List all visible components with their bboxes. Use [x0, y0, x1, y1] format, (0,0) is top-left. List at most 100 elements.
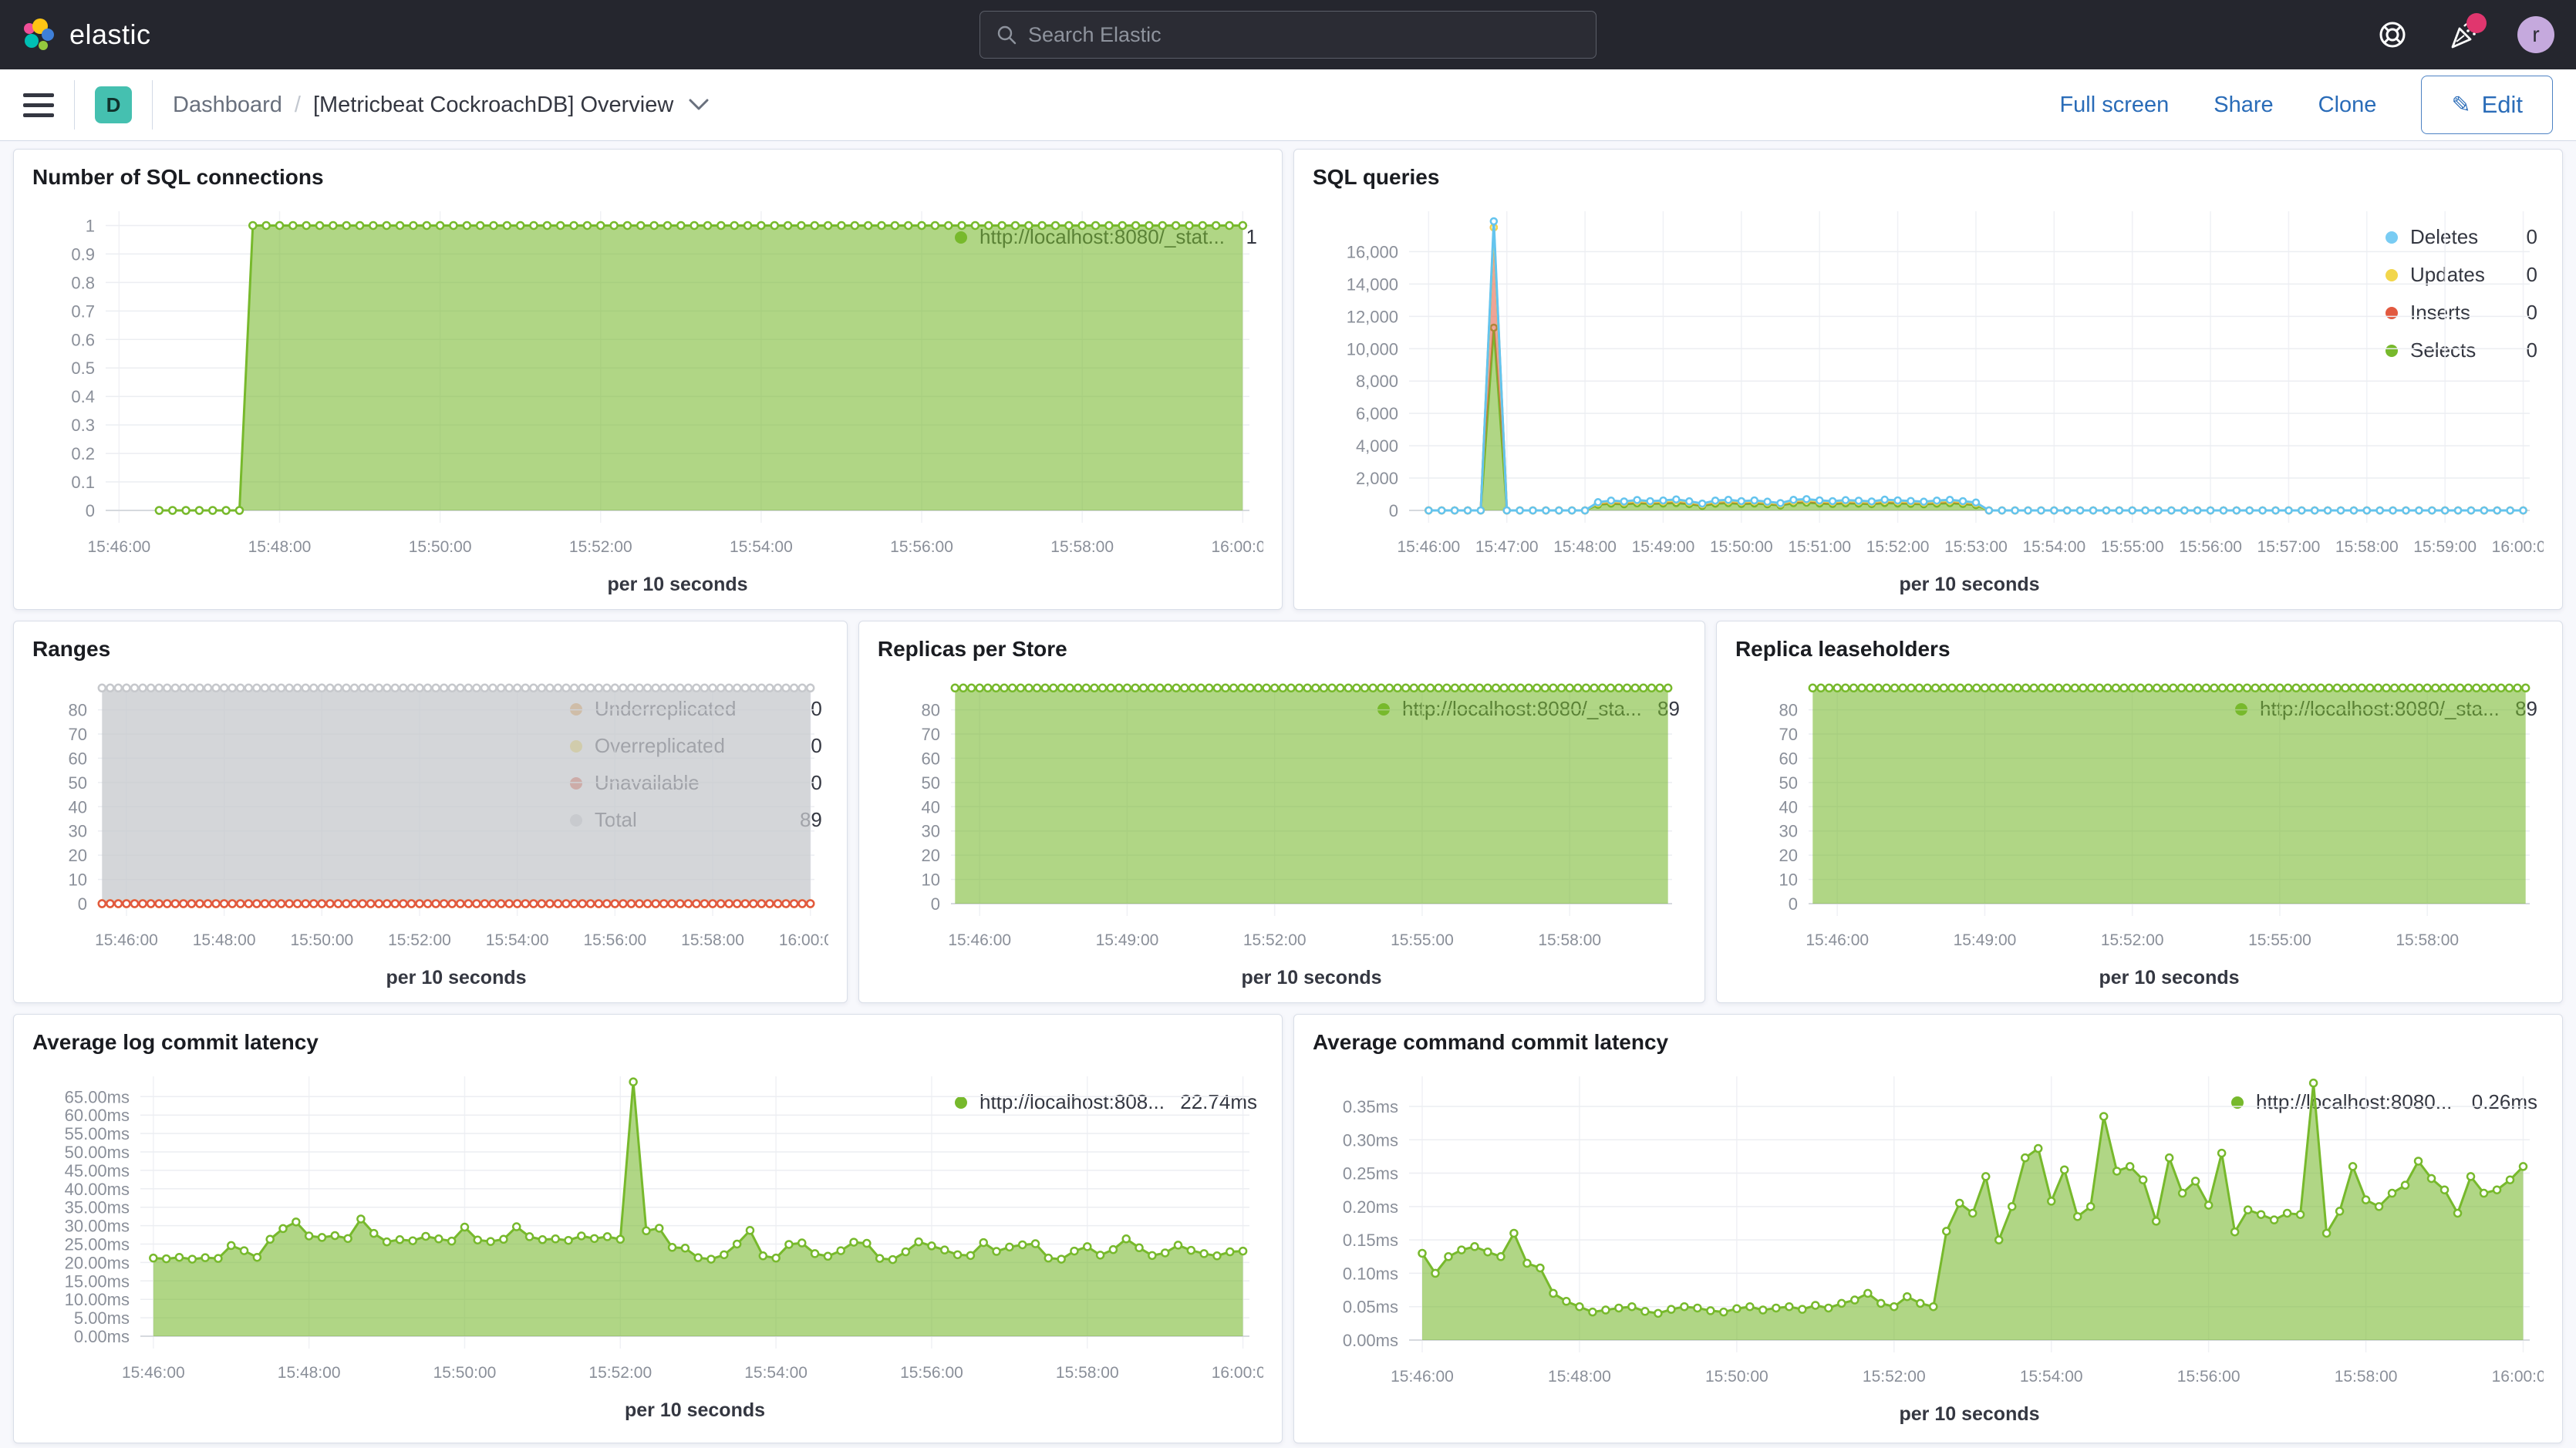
svg-text:15:58:00: 15:58:00: [1538, 931, 1601, 949]
x-axis-label: per 10 seconds: [625, 1399, 765, 1421]
svg-text:0: 0: [1389, 501, 1398, 520]
breadcrumb-dashboard[interactable]: Dashboard: [173, 93, 282, 118]
chart-avg-log-commit-latency[interactable]: 0.00ms5.00ms10.00ms15.00ms20.00ms25.00ms…: [32, 1056, 955, 1435]
svg-text:15.00ms: 15.00ms: [65, 1271, 130, 1291]
elastic-logo-icon: [22, 17, 57, 52]
svg-text:0: 0: [78, 894, 87, 914]
svg-text:15:55:00: 15:55:00: [1391, 931, 1454, 949]
svg-text:15:58:00: 15:58:00: [681, 931, 744, 949]
svg-text:15:52:00: 15:52:00: [569, 538, 632, 556]
svg-text:15:57:00: 15:57:00: [2257, 538, 2321, 556]
svg-text:15:54:00: 15:54:00: [2020, 1368, 2083, 1386]
clone-button[interactable]: Clone: [2318, 93, 2377, 118]
menu-icon[interactable]: [23, 93, 54, 117]
svg-text:20: 20: [1779, 846, 1797, 865]
svg-text:15:46:00: 15:46:00: [87, 538, 150, 556]
svg-text:15:49:00: 15:49:00: [1632, 538, 1695, 556]
svg-text:45.00ms: 45.00ms: [65, 1161, 130, 1180]
chart-canvas[interactable]: 0102030405060708015:46:0015:48:0015:50:0…: [32, 663, 828, 995]
chart-sql-queries[interactable]: 02,0004,0006,0008,00010,00012,00014,0001…: [1313, 191, 2385, 601]
svg-text:15:58:00: 15:58:00: [1050, 538, 1114, 556]
chevron-down-icon[interactable]: [689, 99, 709, 111]
svg-text:16:00:00: 16:00:00: [1212, 1364, 1263, 1382]
elastic-logo[interactable]: elastic: [22, 17, 151, 52]
breadcrumb-separator: /: [295, 93, 301, 118]
svg-text:15:58:00: 15:58:00: [2396, 931, 2459, 949]
chart-canvas[interactable]: 0102030405060708015:46:0015:49:0015:52:0…: [878, 663, 1686, 995]
panel-sql-connections: Number of SQL connections 00.10.20.30.40…: [13, 149, 1283, 610]
svg-text:16,000: 16,000: [1347, 242, 1398, 261]
svg-text:15:50:00: 15:50:00: [1705, 1368, 1768, 1386]
svg-text:1: 1: [86, 216, 95, 235]
dashboard-app-badge[interactable]: D: [95, 86, 132, 123]
svg-text:50: 50: [1779, 773, 1797, 793]
svg-text:0.30ms: 0.30ms: [1343, 1130, 1398, 1150]
chart-canvas[interactable]: 02,0004,0006,0008,00010,00012,00014,0001…: [1313, 191, 2544, 601]
svg-text:15:52:00: 15:52:00: [1863, 1368, 1926, 1386]
svg-text:15:54:00: 15:54:00: [730, 538, 793, 556]
dashboard-toolbar: D Dashboard / [Metricbeat CockroachDB] O…: [0, 69, 2576, 141]
svg-text:30.00ms: 30.00ms: [65, 1217, 130, 1236]
top-header: elastic: [0, 0, 2576, 69]
svg-text:0.1: 0.1: [71, 473, 95, 492]
svg-text:15:53:00: 15:53:00: [1944, 538, 2008, 556]
edit-button[interactable]: ✎ Edit: [2421, 76, 2553, 134]
svg-text:15:59:00: 15:59:00: [2413, 538, 2477, 556]
svg-text:0.6: 0.6: [71, 330, 95, 349]
svg-text:0.20ms: 0.20ms: [1343, 1197, 1398, 1217]
svg-text:15:46:00: 15:46:00: [1397, 538, 1460, 556]
panel-title: Replica leaseholders: [1735, 632, 2544, 663]
svg-text:2,000: 2,000: [1356, 469, 1398, 488]
chart-replica-leaseholders[interactable]: 0102030405060708015:46:0015:49:0015:52:0…: [1735, 663, 2235, 995]
svg-text:80: 80: [921, 701, 939, 720]
svg-text:15:50:00: 15:50:00: [433, 1364, 497, 1382]
svg-text:15:48:00: 15:48:00: [1553, 538, 1617, 556]
svg-text:0: 0: [1789, 894, 1798, 914]
svg-text:40: 40: [69, 797, 87, 817]
search-input[interactable]: [1028, 23, 1596, 47]
svg-text:10,000: 10,000: [1347, 339, 1398, 359]
x-axis-label: per 10 seconds: [1241, 967, 1381, 988]
svg-text:16:00:00: 16:00:00: [779, 931, 828, 949]
panel-title: Ranges: [32, 632, 828, 663]
share-button[interactable]: Share: [2214, 93, 2273, 118]
svg-text:30: 30: [921, 822, 939, 841]
chart-ranges[interactable]: 0102030405060708015:46:0015:48:0015:50:0…: [32, 663, 570, 995]
svg-text:0.15ms: 0.15ms: [1343, 1231, 1398, 1250]
svg-text:60: 60: [921, 749, 939, 768]
svg-text:0.8: 0.8: [71, 273, 95, 292]
dashboard-grid: Number of SQL connections 00.10.20.30.40…: [0, 141, 2576, 1448]
svg-text:60: 60: [69, 749, 87, 768]
panel-title: SQL queries: [1313, 160, 2544, 191]
svg-text:35.00ms: 35.00ms: [65, 1198, 130, 1217]
chart-replicas-per-store[interactable]: 0102030405060708015:46:0015:49:0015:52:0…: [878, 663, 1377, 995]
svg-text:15:51:00: 15:51:00: [1788, 538, 1851, 556]
svg-text:15:46:00: 15:46:00: [122, 1364, 185, 1382]
svg-text:5.00ms: 5.00ms: [74, 1308, 130, 1328]
news-icon[interactable]: [2446, 18, 2480, 52]
avatar[interactable]: r: [2517, 16, 2554, 53]
svg-text:0: 0: [931, 894, 940, 914]
svg-text:0.7: 0.7: [71, 301, 95, 321]
page-title: [Metricbeat CockroachDB] Overview: [313, 93, 673, 118]
help-icon[interactable]: [2375, 18, 2409, 52]
panel-sql-queries: SQL queries 02,0004,0006,0008,00010,0001…: [1293, 149, 2563, 610]
svg-text:15:50:00: 15:50:00: [1710, 538, 1773, 556]
chart-canvas[interactable]: 00.10.20.30.40.50.60.70.80.9115:46:0015:…: [32, 191, 1263, 601]
chart-sql-connections[interactable]: 00.10.20.30.40.50.60.70.80.9115:46:0015:…: [32, 191, 955, 601]
full-screen-button[interactable]: Full screen: [2059, 93, 2169, 118]
svg-text:15:52:00: 15:52:00: [1866, 538, 1930, 556]
global-search[interactable]: [979, 11, 1597, 59]
svg-text:20: 20: [69, 846, 87, 865]
svg-text:0.5: 0.5: [71, 359, 95, 378]
edit-button-label: Edit: [2482, 91, 2523, 119]
chart-avg-command-commit-latency[interactable]: 0.00ms0.05ms0.10ms0.15ms0.20ms0.25ms0.30…: [1313, 1056, 2231, 1435]
svg-text:30: 30: [1779, 822, 1797, 841]
svg-text:8,000: 8,000: [1356, 372, 1398, 391]
svg-text:0.25ms: 0.25ms: [1343, 1164, 1398, 1184]
chart-canvas[interactable]: 0.00ms5.00ms10.00ms15.00ms20.00ms25.00ms…: [32, 1056, 1263, 1427]
svg-text:15:46:00: 15:46:00: [948, 931, 1011, 949]
svg-text:15:50:00: 15:50:00: [290, 931, 353, 949]
chart-canvas[interactable]: 0102030405060708015:46:0015:49:0015:52:0…: [1735, 663, 2544, 995]
chart-canvas[interactable]: 0.00ms0.05ms0.10ms0.15ms0.20ms0.25ms0.30…: [1313, 1056, 2544, 1431]
